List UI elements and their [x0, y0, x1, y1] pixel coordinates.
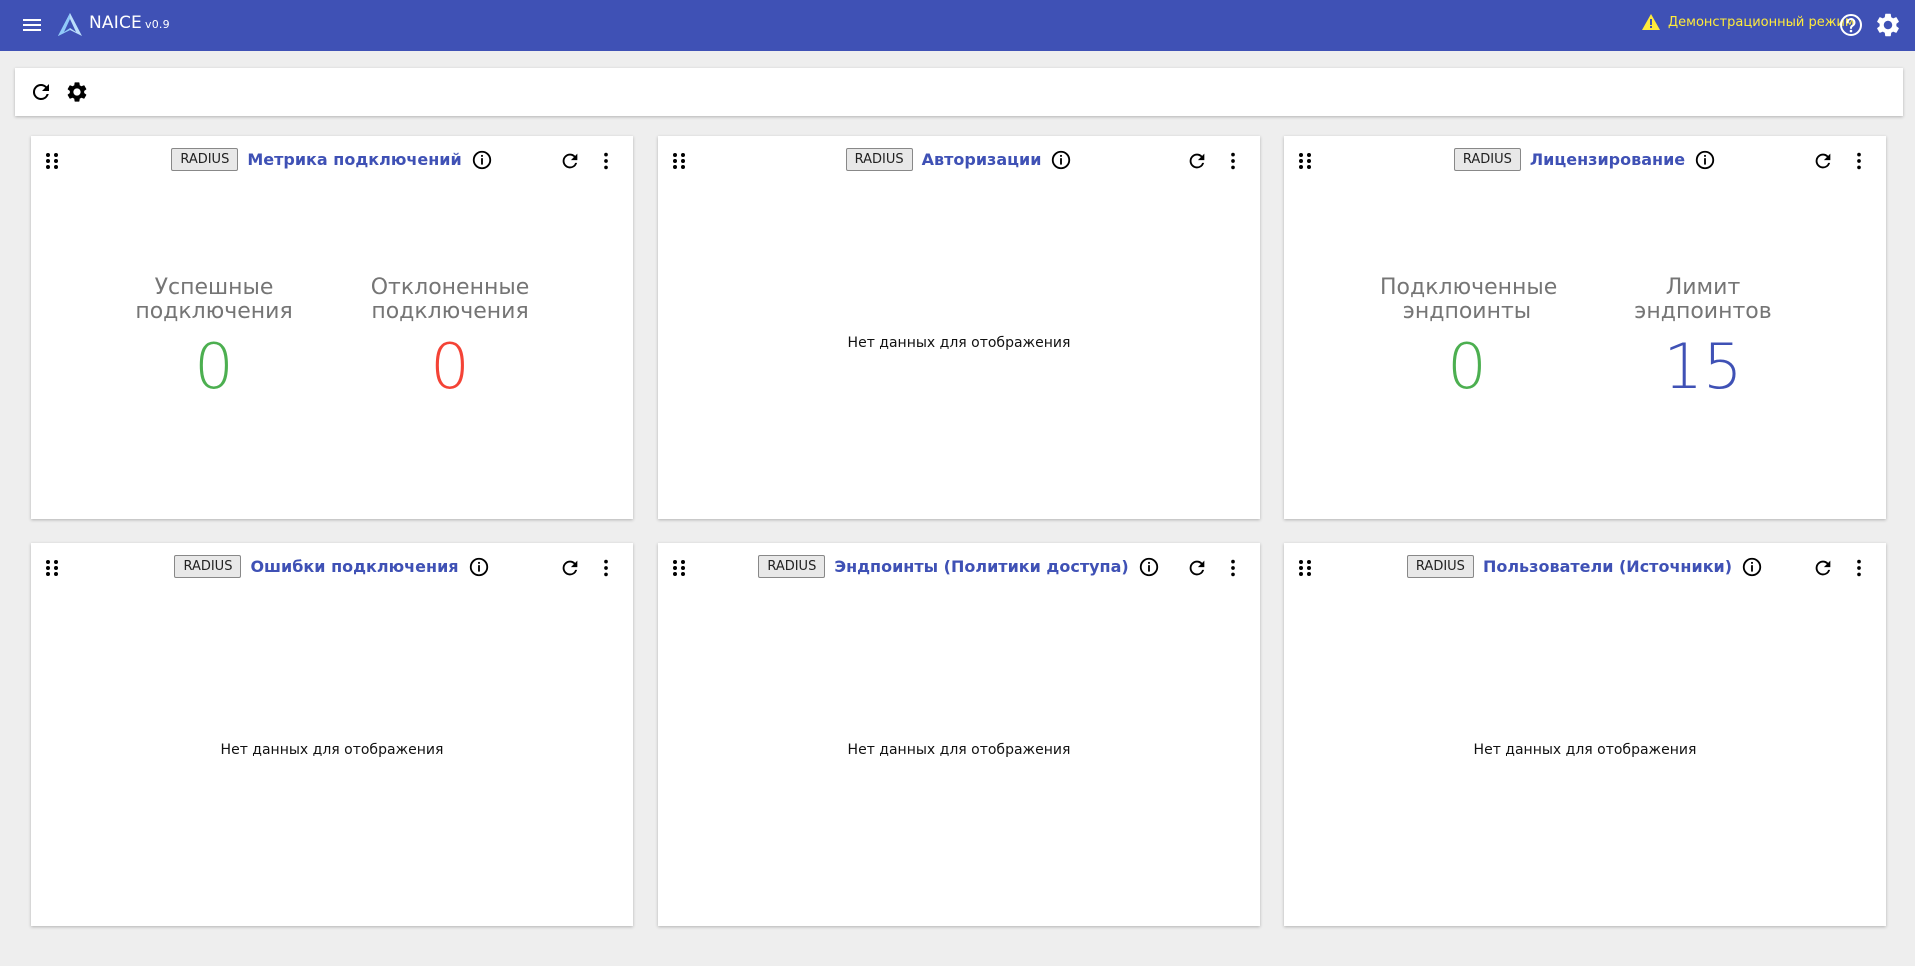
- widget-refresh-icon[interactable]: [1186, 557, 1208, 579]
- widget-title[interactable]: Авторизации: [922, 150, 1042, 169]
- settings-gear-icon[interactable]: [1874, 11, 1902, 39]
- widget-card-6: RADIUS Пользователи (Источники) Нет данн…: [1284, 543, 1886, 926]
- demo-mode-label: Демонстрационный режим: [1668, 14, 1855, 30]
- widget-title[interactable]: Пользователи (Источники): [1483, 557, 1732, 576]
- no-data-message: Нет данных для отображения: [1473, 742, 1697, 758]
- refresh-icon[interactable]: [29, 80, 53, 104]
- drag-handle-icon[interactable]: [44, 558, 60, 578]
- widget-tag: RADIUS: [1406, 555, 1474, 578]
- more-vert-icon[interactable]: [595, 150, 617, 172]
- metrics-row: Подключенные эндпоинты 0 Лимит эндпоинтов 1…: [1284, 276, 1886, 402]
- metric-value: 0: [1447, 330, 1487, 403]
- drag-handle-icon[interactable]: [1297, 558, 1313, 578]
- app-title[interactable]: NAICE v0.9: [89, 13, 170, 33]
- info-icon[interactable]: [471, 149, 493, 171]
- widget-card-5: RADIUS Эндпоинты (Политики доступа) Нет …: [658, 543, 1260, 926]
- widget-title[interactable]: Ошибки подключения: [250, 557, 458, 576]
- metric-label: Успешные подключения: [135, 275, 293, 324]
- widget-title[interactable]: Метрика подключений: [247, 150, 461, 169]
- warning-icon: [1642, 14, 1660, 30]
- widget-card-3: RADIUS Лицензирование Подключенные эндпо…: [1284, 136, 1886, 519]
- metrics-row: Успешные подключения 0 Отклоненные подключ…: [31, 276, 633, 402]
- help-icon[interactable]: [1838, 12, 1864, 38]
- drag-handle-icon[interactable]: [44, 151, 60, 171]
- widget-tag: RADIUS: [845, 148, 913, 171]
- logo-icon: [58, 13, 82, 36]
- info-icon[interactable]: [1050, 149, 1072, 171]
- widget-title[interactable]: Эндпоинты (Политики доступа): [834, 557, 1128, 576]
- widget-refresh-icon[interactable]: [559, 150, 581, 172]
- more-vert-icon[interactable]: [1222, 557, 1244, 579]
- widget-card-4: RADIUS Ошибки подключения Нет данных для…: [31, 543, 633, 926]
- metric-label: Лимит эндпоинтов: [1634, 275, 1772, 324]
- widget-refresh-icon[interactable]: [1812, 150, 1834, 172]
- widget-tag: RADIUS: [1453, 148, 1521, 171]
- widget-tag: RADIUS: [758, 555, 826, 578]
- widget-card-2: RADIUS Авторизации Нет данных для отобра…: [658, 136, 1260, 519]
- widget-title[interactable]: Лицензирование: [1530, 150, 1685, 169]
- demo-mode-indicator: Демонстрационный режим: [1642, 14, 1855, 30]
- metric: Подключенные эндпоинты 0: [1380, 275, 1558, 403]
- metric-value: 0: [430, 330, 470, 403]
- menu-icon[interactable]: [20, 13, 44, 37]
- info-icon[interactable]: [468, 556, 490, 578]
- more-vert-icon[interactable]: [1222, 150, 1244, 172]
- no-data-message: Нет данных для отображения: [220, 742, 444, 758]
- metric-label: Подключенные эндпоинты: [1380, 275, 1558, 324]
- metric-label: Отклоненные подключения: [370, 275, 530, 324]
- metric-value: 0: [194, 330, 234, 403]
- info-icon[interactable]: [1138, 556, 1160, 578]
- info-icon[interactable]: [1741, 556, 1763, 578]
- no-data-message: Нет данных для отображения: [847, 335, 1071, 351]
- metric: Лимит эндпоинтов 15: [1616, 276, 1790, 402]
- more-vert-icon[interactable]: [1848, 557, 1870, 579]
- dashboard-toolbar: [15, 68, 1903, 116]
- widget-refresh-icon[interactable]: [1186, 150, 1208, 172]
- drag-handle-icon[interactable]: [671, 151, 687, 171]
- metric: Отклоненные подключения 0: [363, 276, 537, 402]
- widget-refresh-icon[interactable]: [559, 557, 581, 579]
- metric: Успешные подключения 0: [127, 276, 301, 402]
- drag-handle-icon[interactable]: [671, 558, 687, 578]
- no-data-message: Нет данных для отображения: [847, 742, 1071, 758]
- gear-icon[interactable]: [65, 80, 89, 104]
- widget-tag: RADIUS: [174, 555, 242, 578]
- widget-card-1: RADIUS Метрика подключений Успешные подк…: [31, 136, 633, 519]
- info-icon[interactable]: [1694, 149, 1716, 171]
- drag-handle-icon[interactable]: [1297, 151, 1313, 171]
- more-vert-icon[interactable]: [595, 557, 617, 579]
- app-name: NAICE: [89, 13, 142, 33]
- widget-refresh-icon[interactable]: [1812, 557, 1834, 579]
- app-bar: NAICE v0.9 Демонстрационный режим: [0, 0, 1915, 51]
- widget-tag: RADIUS: [171, 148, 239, 171]
- metric-value: 15: [1663, 330, 1743, 403]
- app-version: v0.9: [144, 18, 170, 31]
- more-vert-icon[interactable]: [1848, 150, 1870, 172]
